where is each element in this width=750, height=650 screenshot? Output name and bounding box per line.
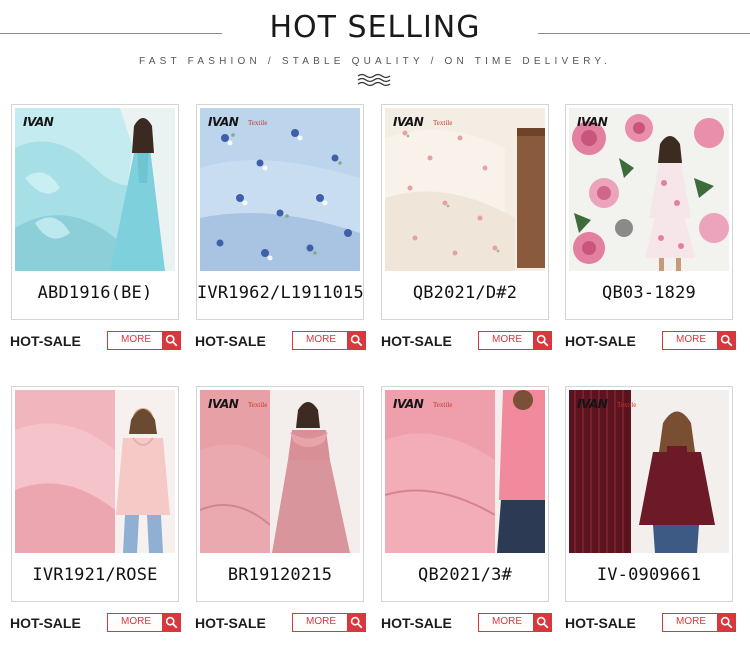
brand-subtitle: Textile (433, 119, 453, 127)
more-button-label: MORE (121, 616, 151, 627)
product-photo[interactable]: IVAN (569, 108, 729, 271)
hot-sale-label: HOT-SALE (565, 333, 636, 349)
product-photo[interactable]: IVAN Textile (200, 108, 360, 271)
section-subtitle: FAST FASHION / STABLE QUALITY / ON TIME … (139, 56, 611, 67)
product-code[interactable]: QB2021/D#2 (382, 283, 548, 303)
more-button-label: MORE (492, 616, 522, 627)
section-header: HOT SELLING FAST FASHION / STABLE QUALIT… (0, 0, 750, 95)
hot-sale-label: HOT-SALE (195, 333, 266, 349)
product-card[interactable]: IVR1921/ROSE (11, 386, 179, 602)
brand-subtitle: Textile (617, 401, 637, 409)
search-icon (717, 613, 736, 632)
more-button[interactable]: MORE (292, 331, 366, 350)
wave-icon (357, 73, 391, 87)
brand-logo: IVAN (577, 115, 608, 129)
hot-sale-label: HOT-SALE (10, 333, 81, 349)
more-button-label: MORE (676, 334, 706, 345)
product-card[interactable]: IVAN Textile BR19120215 (196, 386, 364, 602)
brand-subtitle: Textile (248, 401, 268, 409)
product-card[interactable]: IVAN Textile IVR1962/L1911015 (196, 104, 364, 320)
product-photo[interactable]: IVAN Textile (385, 108, 545, 271)
product-code[interactable]: IVR1921/ROSE (12, 565, 178, 585)
more-button[interactable]: MORE (662, 331, 736, 350)
hot-sale-label: HOT-SALE (10, 615, 81, 631)
product-photo[interactable]: IVAN (15, 108, 175, 271)
product-code[interactable]: IV-0909661 (566, 565, 732, 585)
search-icon (533, 613, 552, 632)
product-photo[interactable] (15, 390, 175, 553)
product-code[interactable]: ABD1916(BE) (12, 283, 178, 303)
more-button-label: MORE (306, 616, 336, 627)
product-photo[interactable]: IVAN Textile (569, 390, 729, 553)
brand-logo: IVAN (577, 397, 608, 411)
brand-logo: IVAN (393, 115, 424, 129)
hot-sale-label: HOT-SALE (195, 615, 266, 631)
hot-sale-label: HOT-SALE (565, 615, 636, 631)
hot-sale-label: HOT-SALE (381, 333, 452, 349)
brand-logo: IVAN (208, 115, 239, 129)
brand-logo: IVAN (208, 397, 239, 411)
more-button[interactable]: MORE (478, 331, 552, 350)
search-icon (347, 331, 366, 350)
brand-subtitle: Textile (433, 401, 453, 409)
more-button[interactable]: MORE (107, 331, 181, 350)
more-button[interactable]: MORE (107, 613, 181, 632)
product-card[interactable]: IVAN ABD1916(BE) (11, 104, 179, 320)
brand-subtitle: Textile (248, 119, 268, 127)
product-code[interactable]: BR19120215 (197, 565, 363, 585)
more-button[interactable]: MORE (478, 613, 552, 632)
search-icon (162, 331, 181, 350)
product-card[interactable]: IVAN QB03-1829 (565, 104, 733, 320)
product-photo[interactable]: IVAN Textile (385, 390, 545, 553)
product-card[interactable]: IVAN Textile IV-0909661 (565, 386, 733, 602)
search-icon (533, 331, 552, 350)
product-code[interactable]: IVR1962/L1911015 (197, 283, 364, 303)
brand-logo: IVAN (393, 397, 424, 411)
product-code[interactable]: QB03-1829 (566, 283, 732, 303)
more-button-label: MORE (121, 334, 151, 345)
more-button[interactable]: MORE (292, 613, 366, 632)
brand-logo: IVAN (23, 115, 54, 129)
more-button-label: MORE (306, 334, 336, 345)
hot-sale-label: HOT-SALE (381, 615, 452, 631)
more-button-label: MORE (492, 334, 522, 345)
product-photo[interactable]: IVAN Textile (200, 390, 360, 553)
search-icon (162, 613, 181, 632)
search-icon (717, 331, 736, 350)
product-code[interactable]: QB2021/3# (382, 565, 548, 585)
more-button[interactable]: MORE (662, 613, 736, 632)
search-icon (347, 613, 366, 632)
product-card[interactable]: IVAN Textile QB2021/3# (381, 386, 549, 602)
more-button-label: MORE (676, 616, 706, 627)
section-title: HOT SELLING (269, 10, 481, 45)
product-card[interactable]: IVAN Textile QB2021/D#2 (381, 104, 549, 320)
